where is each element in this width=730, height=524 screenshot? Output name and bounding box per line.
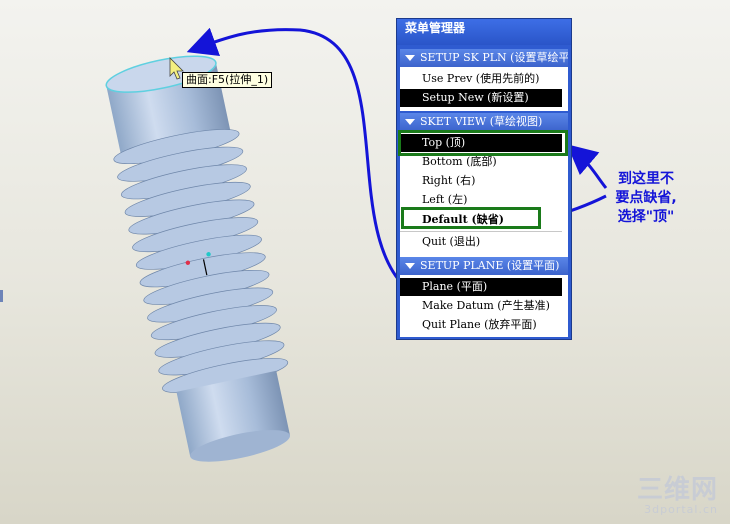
model-viewport[interactable] <box>0 0 730 524</box>
menu-item-setup-new[interactable]: Setup New (新设置) <box>400 89 562 107</box>
screw-model[interactable] <box>96 47 306 471</box>
menu-separator <box>400 231 562 232</box>
menu-manager: 菜单管理器 SETUP SK PLN (设置草绘平面) Use Prev (使用… <box>396 18 572 340</box>
highlight-box-default <box>401 207 541 229</box>
left-edge-tab <box>0 290 3 302</box>
menu-item-plane[interactable]: Plane (平面) <box>400 278 562 296</box>
section-setup-plane[interactable]: SETUP PLANE (设置平面) <box>400 257 568 275</box>
thread-rings <box>113 129 289 393</box>
instruction-annotation: 到这里不 要点缺省, 选择"顶" <box>615 171 677 225</box>
collapse-triangle-icon <box>405 55 415 61</box>
menu-item-make-datum[interactable]: Make Datum (产生基准) <box>400 297 562 315</box>
menu-item-right[interactable]: Right (右) <box>400 172 562 190</box>
watermark-logo: 三维网 3dportal.cn <box>636 475 718 516</box>
menu-item-quit[interactable]: Quit (退出) <box>400 233 562 251</box>
collapse-triangle-icon <box>405 119 415 125</box>
section-setup-sk-pln[interactable]: SETUP SK PLN (设置草绘平面) <box>400 49 568 67</box>
menu-manager-title: 菜单管理器 <box>397 19 571 45</box>
highlight-box-top <box>398 130 568 156</box>
menu-item-use-prev[interactable]: Use Prev (使用先前的) <box>400 70 562 88</box>
menu-item-quit-plane[interactable]: Quit Plane (放弃平面) <box>400 316 562 334</box>
section-sket-view[interactable]: SKET VIEW (草绘视图) <box>400 113 568 131</box>
collapse-triangle-icon <box>405 263 415 269</box>
surface-tooltip: 曲面:F5(拉伸_1) <box>182 72 273 88</box>
